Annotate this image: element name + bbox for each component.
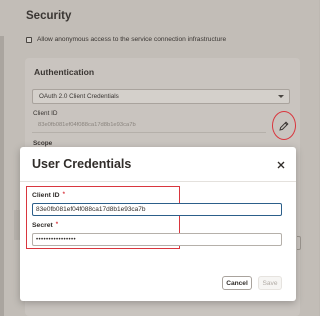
close-icon xyxy=(277,161,285,169)
secret-label-text: Secret xyxy=(32,222,53,229)
pencil-icon xyxy=(279,121,289,131)
auth-type-selected: OAuth 2.0 Client Credentials xyxy=(39,93,119,100)
cancel-button[interactable]: Cancel xyxy=(222,276,252,290)
dialog-secret-label: Secret * xyxy=(32,222,58,229)
scope-label: Scope xyxy=(33,140,53,147)
dialog-close-button[interactable] xyxy=(276,157,286,169)
secret-input[interactable] xyxy=(32,233,282,246)
anonymous-access-row[interactable]: Allow anonymous access to the service co… xyxy=(26,36,226,43)
client-id-label: Client ID xyxy=(33,110,58,117)
client-id-underline xyxy=(32,132,266,133)
required-marker: * xyxy=(62,192,65,198)
user-credentials-dialog: User Credentials Client ID * Secret * Ca… xyxy=(20,147,296,301)
background-fragment xyxy=(297,236,301,250)
save-button[interactable]: Save xyxy=(258,276,282,290)
anonymous-access-label: Allow anonymous access to the service co… xyxy=(37,36,227,43)
anonymous-access-checkbox[interactable] xyxy=(26,36,32,43)
authentication-heading: Authentication xyxy=(34,67,95,77)
dialog-divider xyxy=(20,181,296,182)
edit-credentials-button[interactable] xyxy=(278,119,290,131)
client-id-input[interactable] xyxy=(32,203,282,216)
client-id-readonly-value: 83e0fb081ef04f088ca17d8b1e93ca7b xyxy=(38,122,136,128)
client-id-label-text: Client ID xyxy=(32,192,60,199)
dialog-client-id-label: Client ID * xyxy=(32,192,65,199)
security-heading: Security xyxy=(26,10,72,22)
dialog-title: User Credentials xyxy=(32,157,132,171)
required-marker: * xyxy=(55,222,59,228)
left-edge-panel xyxy=(0,36,4,316)
auth-type-select[interactable]: OAuth 2.0 Client Credentials xyxy=(32,89,290,104)
chevron-down-icon xyxy=(278,95,284,98)
